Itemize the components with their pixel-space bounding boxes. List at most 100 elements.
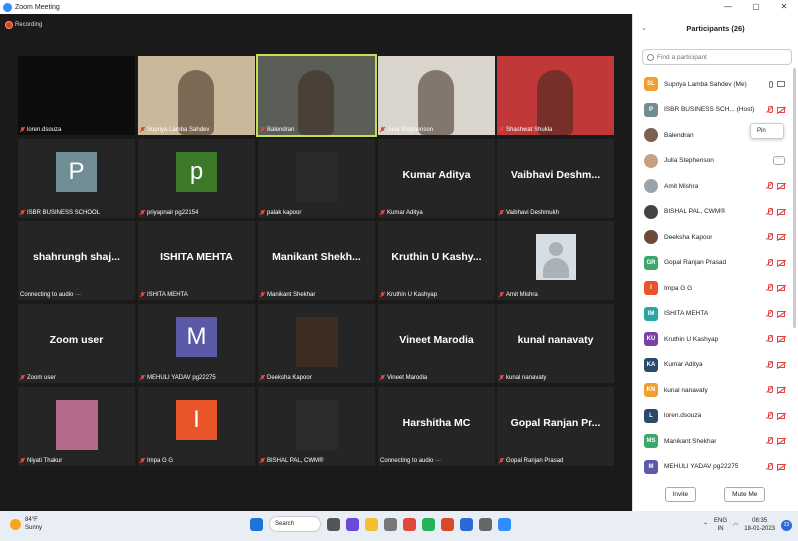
video-tile[interactable]: BISHAL PAL, CWM® bbox=[258, 387, 375, 466]
video-tile[interactable]: Amit Mishra bbox=[497, 221, 614, 300]
participant-avatar bbox=[644, 230, 658, 244]
participant-row[interactable]: KA Kumar Aditya bbox=[633, 353, 791, 377]
participant-name: Julia Stephenson bbox=[664, 157, 714, 164]
participant-row[interactable]: KU Kruthin U Kashyap bbox=[633, 327, 791, 351]
muted-mic-icon bbox=[766, 207, 773, 216]
participant-search[interactable] bbox=[642, 49, 792, 65]
notification-badge[interactable]: 23 bbox=[781, 519, 792, 531]
more-options-icon[interactable]: ··· bbox=[773, 156, 785, 165]
participant-row[interactable]: IM ISHITA MEHTA bbox=[633, 302, 791, 326]
participant-name: Supriya Lamba Sahdev (Me) bbox=[664, 80, 747, 88]
settings-gear-icon[interactable] bbox=[479, 517, 492, 531]
maximize-button[interactable]: ▢ bbox=[742, 0, 770, 14]
video-off-icon bbox=[777, 438, 785, 444]
clock[interactable]: 08:35 18-01-2023 bbox=[744, 517, 775, 533]
avatar-letter: P bbox=[56, 152, 97, 192]
zoom-taskbar-icon[interactable] bbox=[498, 517, 511, 531]
mute-me-button[interactable]: Mute Me bbox=[724, 487, 766, 502]
task-view-icon[interactable] bbox=[327, 517, 340, 531]
participant-name: Kruthin U Kashyap bbox=[664, 335, 719, 343]
minimize-button[interactable]: — bbox=[714, 0, 742, 14]
language-indicator[interactable]: ENG IN bbox=[714, 517, 727, 533]
invite-button[interactable]: Invite bbox=[664, 487, 697, 502]
video-tile[interactable]: Manikant Shekh... Manikant Shekhar bbox=[258, 221, 375, 300]
muted-mic-icon bbox=[766, 437, 773, 445]
tile-name-label: ISBR BUSINESS SCHOOL bbox=[20, 210, 100, 216]
participant-row[interactable]: Lloren.dsouza bbox=[633, 404, 791, 428]
participant-avatar: I bbox=[644, 281, 658, 295]
weather-widget[interactable]: 84°F Sunny bbox=[10, 516, 42, 532]
participant-name: ISHITA MEHTA bbox=[664, 310, 709, 317]
video-tile[interactable]: ISHITA MEHTA ISHITA MEHTA bbox=[138, 221, 255, 300]
participant-row[interactable]: SL Supriya Lamba Sahdev (Me) bbox=[633, 72, 791, 96]
calendar-app-icon[interactable] bbox=[384, 517, 397, 531]
video-tile[interactable]: Harshitha MC Connecting to audio ··· bbox=[378, 387, 495, 466]
pin-tooltip[interactable]: Pin bbox=[750, 123, 784, 139]
muted-mic-icon bbox=[766, 462, 773, 471]
participant-avatar bbox=[644, 153, 658, 168]
video-tile[interactable]: Julia Stephenson bbox=[378, 56, 495, 135]
chevron-up-icon[interactable]: ⌃ bbox=[703, 522, 708, 529]
video-tile[interactable]: Vaibhavi Deshm... Vaibhavi Deshmukh bbox=[497, 139, 614, 218]
video-tile[interactable]: Supriya Lamba Sahdev bbox=[138, 56, 255, 135]
teams-chat-icon[interactable] bbox=[346, 517, 359, 531]
participant-list-scrollbar[interactable] bbox=[793, 68, 796, 328]
taskbar-search[interactable]: Search bbox=[269, 516, 321, 532]
close-button[interactable]: ✕ bbox=[770, 0, 798, 14]
video-tile[interactable]: I Impa G G bbox=[138, 387, 255, 466]
tile-name-label: Zoom user bbox=[20, 375, 56, 381]
video-off-icon bbox=[777, 208, 785, 215]
participant-row[interactable]: Amit Mishra bbox=[633, 174, 791, 198]
video-tile[interactable]: Zoom user Zoom user bbox=[18, 304, 135, 383]
video-tile[interactable]: Kumar Aditya Kumar Aditya bbox=[378, 139, 495, 218]
participant-row[interactable]: Julia Stephenson ··· bbox=[633, 149, 791, 173]
edge-icon[interactable] bbox=[460, 517, 473, 531]
video-tile[interactable]: kunal nanavaty kunal nanavaty bbox=[497, 304, 614, 383]
muted-mic-icon bbox=[260, 292, 265, 298]
video-camera-icon[interactable] bbox=[777, 81, 785, 87]
participant-row[interactable]: GR Gopal Ranjan Prasad bbox=[633, 251, 791, 275]
participant-row[interactable]: Deeksha Kapoor bbox=[633, 225, 791, 249]
mic-icon[interactable] bbox=[769, 80, 773, 88]
tile-name-label: Shashwat Shukla bbox=[499, 127, 552, 133]
video-tile[interactable]: Vineet Marodia Vineet Marodia bbox=[378, 304, 495, 383]
video-tile[interactable]: Balendran bbox=[256, 54, 377, 137]
video-tile[interactable]: M MEHULI YADAV pg22275 bbox=[138, 304, 255, 383]
participant-row[interactable]: MS Manikant Shekhar bbox=[633, 429, 791, 453]
participants-title: Participants (26) bbox=[686, 24, 745, 33]
participant-status-icons bbox=[761, 335, 785, 343]
video-tile[interactable]: Kruthin U Kashy... Kruthin U Kashyap bbox=[378, 221, 495, 300]
participant-row[interactable]: BISHAL PAL, CWM® bbox=[633, 200, 791, 224]
tile-name-label: Connecting to audio ··· bbox=[380, 458, 441, 464]
video-tile[interactable]: P ISBR BUSINESS SCHOOL bbox=[18, 139, 135, 218]
muted-mic-icon bbox=[766, 182, 773, 190]
participant-search-input[interactable] bbox=[657, 53, 777, 61]
participant-avatar bbox=[644, 179, 658, 193]
participant-name: Manikant Shekhar bbox=[664, 437, 717, 445]
participant-row[interactable]: P ISBR BUSINESS SCH... (Host) bbox=[633, 98, 791, 122]
whatsapp-icon[interactable] bbox=[422, 517, 435, 531]
chrome-icon[interactable] bbox=[403, 517, 416, 531]
file-explorer-icon[interactable] bbox=[365, 517, 378, 531]
powerpoint-icon[interactable] bbox=[441, 517, 454, 531]
video-tile[interactable]: p priyapnair pg22154 bbox=[138, 139, 255, 218]
video-off-icon bbox=[777, 310, 785, 317]
windows-start-icon[interactable] bbox=[250, 517, 263, 531]
participant-row[interactable]: KN kunal nanavaty bbox=[633, 378, 791, 402]
participant-row[interactable]: M MEHULI YADAV pg22275 bbox=[633, 455, 791, 479]
video-tile[interactable]: Shashwat Shukla bbox=[497, 56, 614, 135]
video-tile[interactable]: Niyati Thakur bbox=[18, 387, 135, 466]
tile-name-text: Balendran bbox=[267, 127, 295, 133]
video-tile[interactable]: palak kapoor bbox=[258, 139, 375, 218]
participant-display-name: Harshitha MC bbox=[402, 417, 471, 429]
tile-name-text: Vaibhavi Deshmukh bbox=[506, 210, 559, 216]
participant-row[interactable]: I Impa G G bbox=[633, 276, 791, 300]
wifi-icon[interactable]: ◠ bbox=[733, 522, 738, 529]
video-tile[interactable]: loren.dsouza bbox=[18, 56, 135, 135]
tile-name-label: Connecting to audio ··· bbox=[20, 292, 81, 298]
video-tile[interactable]: shahrungh shaj... Connecting to audio ··· bbox=[18, 221, 135, 300]
muted-mic-icon bbox=[20, 458, 25, 464]
video-tile[interactable]: Gopal Ranjan Pr... Gopal Ranjan Prasad bbox=[497, 387, 614, 466]
video-tile[interactable]: Deeksha Kapoor bbox=[258, 304, 375, 383]
video-feed bbox=[18, 56, 135, 135]
